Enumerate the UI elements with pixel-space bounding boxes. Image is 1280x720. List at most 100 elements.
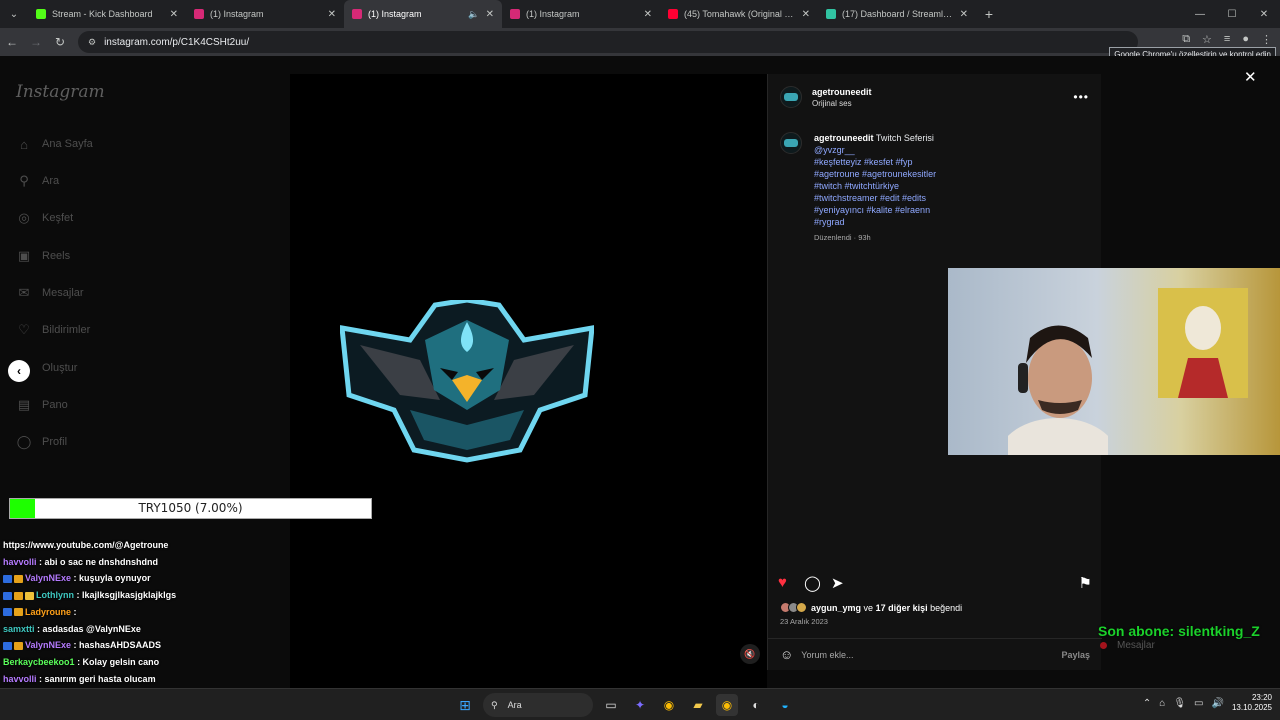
caption-mention[interactable]: @yvzgr__ bbox=[814, 144, 964, 156]
caption-hashtags[interactable]: #twitchstreamer #edit #edits bbox=[814, 192, 964, 204]
nav-search[interactable]: ⚲ Ara bbox=[16, 171, 59, 191]
instagram-icon bbox=[352, 9, 362, 19]
nav-reels[interactable]: ▣ Reels bbox=[16, 246, 70, 266]
close-icon[interactable]: ✕ bbox=[802, 9, 810, 20]
nav-home[interactable]: ⌂ Ana Sayfa bbox=[16, 134, 93, 154]
volume-icon[interactable]: 🔊 bbox=[1212, 698, 1224, 709]
comment-input[interactable]: Yorum ekle... bbox=[801, 650, 853, 660]
instagram-logo[interactable]: Instagram bbox=[16, 82, 105, 102]
post-username[interactable]: agetrouneedit bbox=[812, 87, 872, 97]
caption-hashtags[interactable]: #keşfetteyiz #kesfet #fyp bbox=[814, 156, 964, 168]
tab-instagram-active[interactable]: (1) Instagram 🔈 ✕ bbox=[344, 0, 502, 28]
chat-badge-icon bbox=[14, 575, 23, 584]
file-explorer-icon[interactable]: ▰ bbox=[687, 694, 709, 716]
close-window-icon[interactable]: ✕ bbox=[1248, 0, 1280, 28]
tab-youtube[interactable]: (45) Tomahawk (Original Mix) - ✕ bbox=[660, 0, 818, 28]
heart-icon[interactable]: ♥ bbox=[778, 574, 787, 591]
dashboard-icon: ▤ bbox=[17, 397, 31, 412]
address-bar[interactable]: ⚙ instagram.com/p/C1K4CSHt2uu/ bbox=[78, 31, 1138, 53]
nav-dashboard[interactable]: ▤ Pano bbox=[16, 395, 68, 415]
caption-hashtags[interactable]: #twitch #twitchtürkiye bbox=[814, 180, 964, 192]
avatar[interactable] bbox=[780, 132, 802, 154]
speaker-icon[interactable]: 🔈 bbox=[468, 9, 479, 20]
tab-instagram-1[interactable]: (1) Instagram ✕ bbox=[186, 0, 344, 28]
nav-notifications[interactable]: ♡ Bildirimler bbox=[16, 320, 90, 340]
caption-hashtags[interactable]: #yeniyayıncı #kalite #elraenn bbox=[814, 204, 964, 216]
nav-explore[interactable]: ◎ Keşfet bbox=[16, 208, 73, 228]
post-comment-button[interactable]: Paylaş bbox=[1061, 650, 1090, 660]
previous-post-button[interactable]: ‹ bbox=[8, 360, 30, 382]
messages-label: Mesajlar bbox=[1117, 640, 1155, 651]
chevron-up-icon[interactable]: ⌃ bbox=[1143, 698, 1151, 709]
bookmark-icon[interactable]: ⚑ bbox=[1079, 574, 1092, 592]
likes-line: aygun_ymg ve 17 diğer kişi beğendi bbox=[780, 602, 962, 613]
chat-text: : kuşuyla oynuyor bbox=[73, 573, 151, 584]
new-tab-button[interactable]: + bbox=[976, 6, 1002, 22]
reload-icon[interactable]: ↻ bbox=[48, 35, 72, 49]
tab-strip: ⌄ Stream - Kick Dashboard ✕ (1) Instagra… bbox=[0, 0, 1280, 28]
chat-message: https://www.youtube.com/@Agetroune bbox=[3, 537, 383, 554]
comment-icon[interactable]: ◯ bbox=[804, 574, 821, 592]
profile-icon[interactable]: ● bbox=[1242, 33, 1249, 46]
task-view-icon[interactable]: ▭ bbox=[600, 694, 622, 716]
audio-label[interactable]: Orijinal ses bbox=[812, 99, 872, 108]
webcam-overlay bbox=[948, 268, 1280, 455]
close-icon[interactable]: ✕ bbox=[328, 9, 336, 20]
obs-icon[interactable]: ◐ bbox=[745, 694, 767, 716]
edge-icon[interactable]: ◒ bbox=[774, 694, 796, 716]
chat-text: : hashasAHDSAADS bbox=[73, 640, 162, 651]
caption-hashtags[interactable]: #rygrad bbox=[814, 216, 964, 228]
chrome-icon[interactable]: ◉ bbox=[658, 694, 680, 716]
nav-messages[interactable]: ✉ Mesajlar bbox=[16, 283, 84, 303]
nav-label: Ana Sayfa bbox=[42, 138, 93, 150]
network-icon[interactable]: ⌂ bbox=[1159, 698, 1165, 709]
microphone-icon[interactable]: 🎙 bbox=[1173, 698, 1186, 709]
tab-streamlabs[interactable]: (17) Dashboard / Streamlabs ✕ bbox=[818, 0, 976, 28]
compass-icon: ◎ bbox=[18, 210, 30, 225]
close-icon[interactable]: ✕ bbox=[644, 9, 652, 20]
close-icon[interactable]: ✕ bbox=[1244, 68, 1257, 86]
display-icon[interactable]: ▭ bbox=[1194, 698, 1203, 709]
avatar[interactable] bbox=[780, 86, 802, 108]
back-icon[interactable]: ← bbox=[0, 35, 24, 49]
messages-pill[interactable]: Mesajlar bbox=[1100, 640, 1155, 651]
forward-icon[interactable]: → bbox=[24, 35, 48, 49]
nav-label: Oluştur bbox=[42, 362, 78, 374]
search-icon: ⚲ bbox=[491, 699, 498, 710]
tab-list-icon[interactable]: ≡ bbox=[1224, 33, 1230, 46]
liker-username[interactable]: aygun_ymg bbox=[811, 603, 861, 613]
chat-badge-icon bbox=[14, 608, 23, 617]
close-icon[interactable]: ✕ bbox=[486, 9, 494, 20]
minimize-icon[interactable]: — bbox=[1184, 0, 1216, 28]
caption-username[interactable]: agetrouneedit bbox=[814, 133, 874, 143]
copilot-icon[interactable]: ✦ bbox=[629, 694, 651, 716]
nav-profile[interactable]: ◯ Profil bbox=[16, 432, 67, 452]
maximize-icon[interactable]: ☐ bbox=[1216, 0, 1248, 28]
tab-search-button[interactable]: ⌄ bbox=[0, 0, 28, 28]
more-options-icon[interactable]: ••• bbox=[1073, 90, 1089, 104]
windows-taskbar: ⊞ ⚲ Ara ▭ ✦ ◉ ▰ ◉ ◐ ◒ ⌃ ⌂ 🎙 ▭ 🔊 23:20 13… bbox=[0, 688, 1280, 720]
close-icon[interactable]: ✕ bbox=[170, 9, 178, 20]
chat-username: havvolli bbox=[3, 556, 37, 567]
close-icon[interactable]: ✕ bbox=[960, 9, 968, 20]
search-label: Ara bbox=[507, 700, 522, 710]
taskbar-search[interactable]: ⚲ Ara bbox=[483, 693, 593, 717]
cast-icon[interactable]: ⧉ bbox=[1182, 33, 1190, 46]
chrome-menu-icon[interactable]: ⋮ bbox=[1261, 33, 1272, 46]
site-info-icon[interactable]: ⚙ bbox=[88, 37, 96, 48]
bookmark-star-icon[interactable]: ☆ bbox=[1202, 33, 1212, 46]
emoji-icon[interactable]: ☺ bbox=[780, 647, 793, 662]
tab-title: (45) Tomahawk (Original Mix) - bbox=[684, 9, 796, 19]
windows-start-icon[interactable]: ⊞ bbox=[454, 694, 476, 716]
caption-hashtags[interactable]: #agetroune #agetrounekesitler bbox=[814, 168, 964, 180]
tab-instagram-3[interactable]: (1) Instagram ✕ bbox=[502, 0, 660, 28]
mute-button[interactable]: 🔇 bbox=[740, 644, 760, 664]
clock[interactable]: 23:20 13.10.2025 bbox=[1232, 693, 1272, 713]
likes-suffix: beğendi bbox=[930, 602, 963, 613]
chrome-active-icon[interactable]: ◉ bbox=[716, 694, 738, 716]
nav-label: Mesajlar bbox=[42, 287, 84, 299]
tab-kick[interactable]: Stream - Kick Dashboard ✕ bbox=[28, 0, 186, 28]
likes-connector: ve bbox=[863, 602, 874, 613]
share-icon[interactable]: ➤ bbox=[831, 574, 844, 592]
likes-others[interactable]: 17 diğer kişi bbox=[876, 603, 928, 613]
